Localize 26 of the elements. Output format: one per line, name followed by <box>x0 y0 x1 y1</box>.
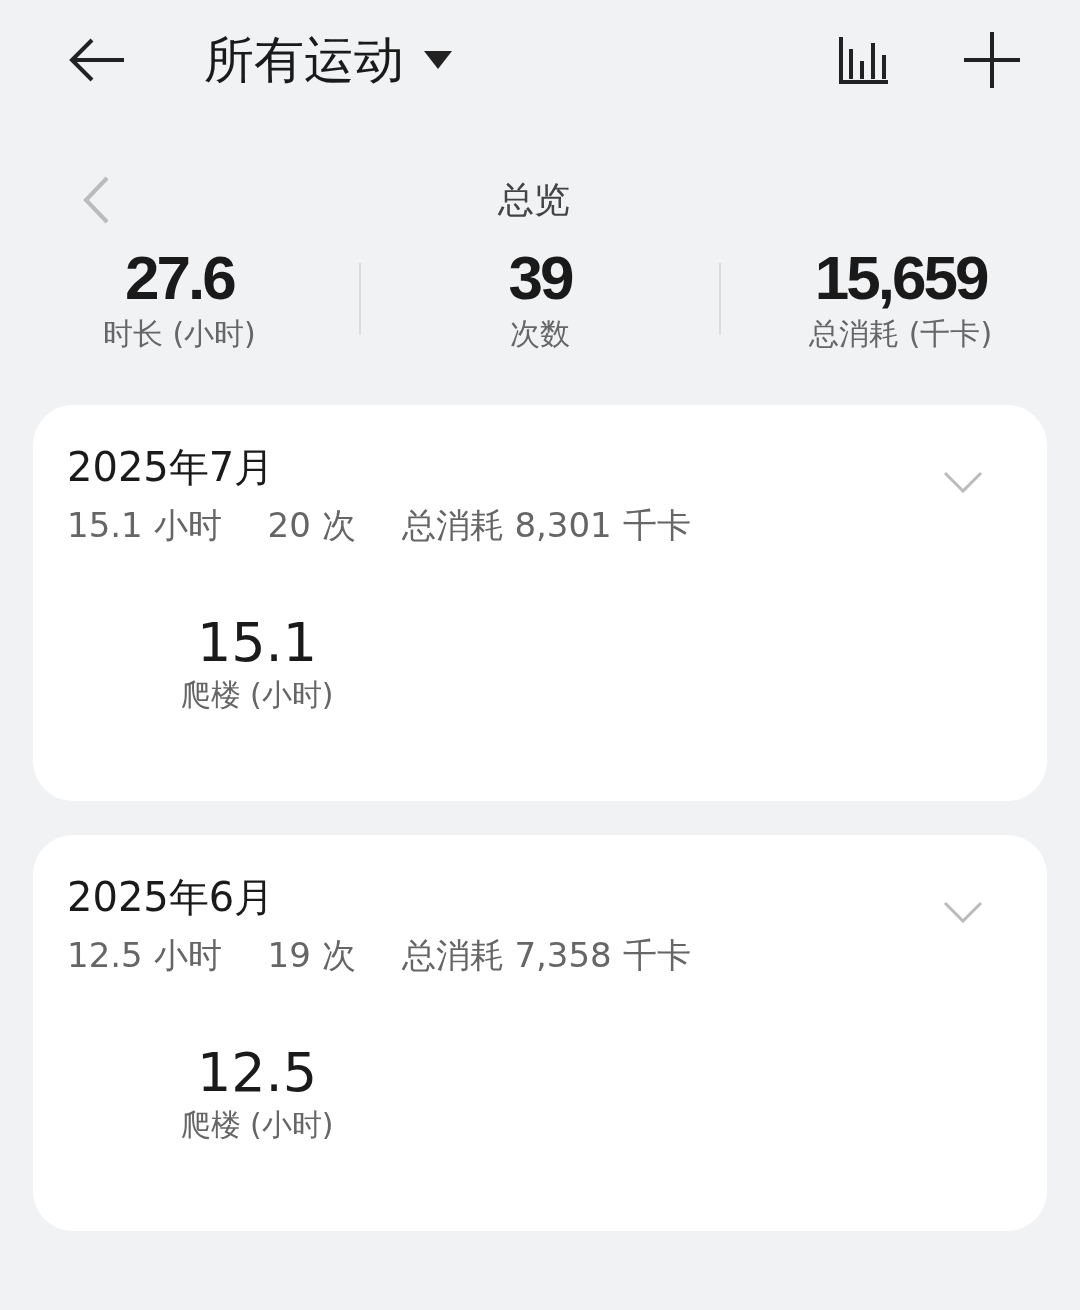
stat-label: 总消耗 (千卡) <box>809 315 993 353</box>
month-summary-item: 总消耗 8,301 千卡 <box>401 504 691 547</box>
bar-chart-icon[interactable] <box>838 35 890 85</box>
stat-value: 27.6 <box>125 242 234 314</box>
activity-label: 爬楼 (小时) <box>180 1106 334 1144</box>
activity-value: 12.5 <box>196 1041 318 1105</box>
activity-value: 15.1 <box>196 611 318 675</box>
month-summary-item: 20 次 <box>267 504 356 547</box>
activity-label: 爬楼 (小时) <box>180 676 334 714</box>
stat-value: 15,659 <box>814 242 987 314</box>
month-title: 2025年6月 <box>67 873 275 922</box>
add-icon[interactable] <box>964 32 1020 88</box>
stat-label: 次数 <box>510 315 570 353</box>
page-title: 所有运动 <box>204 29 404 91</box>
stat-value: 39 <box>508 242 572 314</box>
month-summary-item: 15.1 小时 <box>67 504 222 547</box>
month-summary-item: 12.5 小时 <box>67 934 222 977</box>
month-card[interactable]: 2025年6月 12.5 小时 19 次 总消耗 7,358 千卡 12.5 爬楼 (小时) <box>33 835 1047 1231</box>
month-summary-item: 总消耗 7,358 千卡 <box>401 934 691 977</box>
overview-title: 总览 <box>498 177 570 222</box>
month-title: 2025年7月 <box>67 443 275 492</box>
dropdown-icon[interactable] <box>424 49 452 71</box>
month-summary-item: 19 次 <box>267 934 356 977</box>
back-icon[interactable] <box>68 37 126 83</box>
stat-label: 时长 (小时) <box>102 315 256 353</box>
month-card[interactable]: 2025年7月 15.1 小时 20 次 总消耗 8,301 千卡 15.1 爬楼 (小时) <box>33 405 1047 801</box>
